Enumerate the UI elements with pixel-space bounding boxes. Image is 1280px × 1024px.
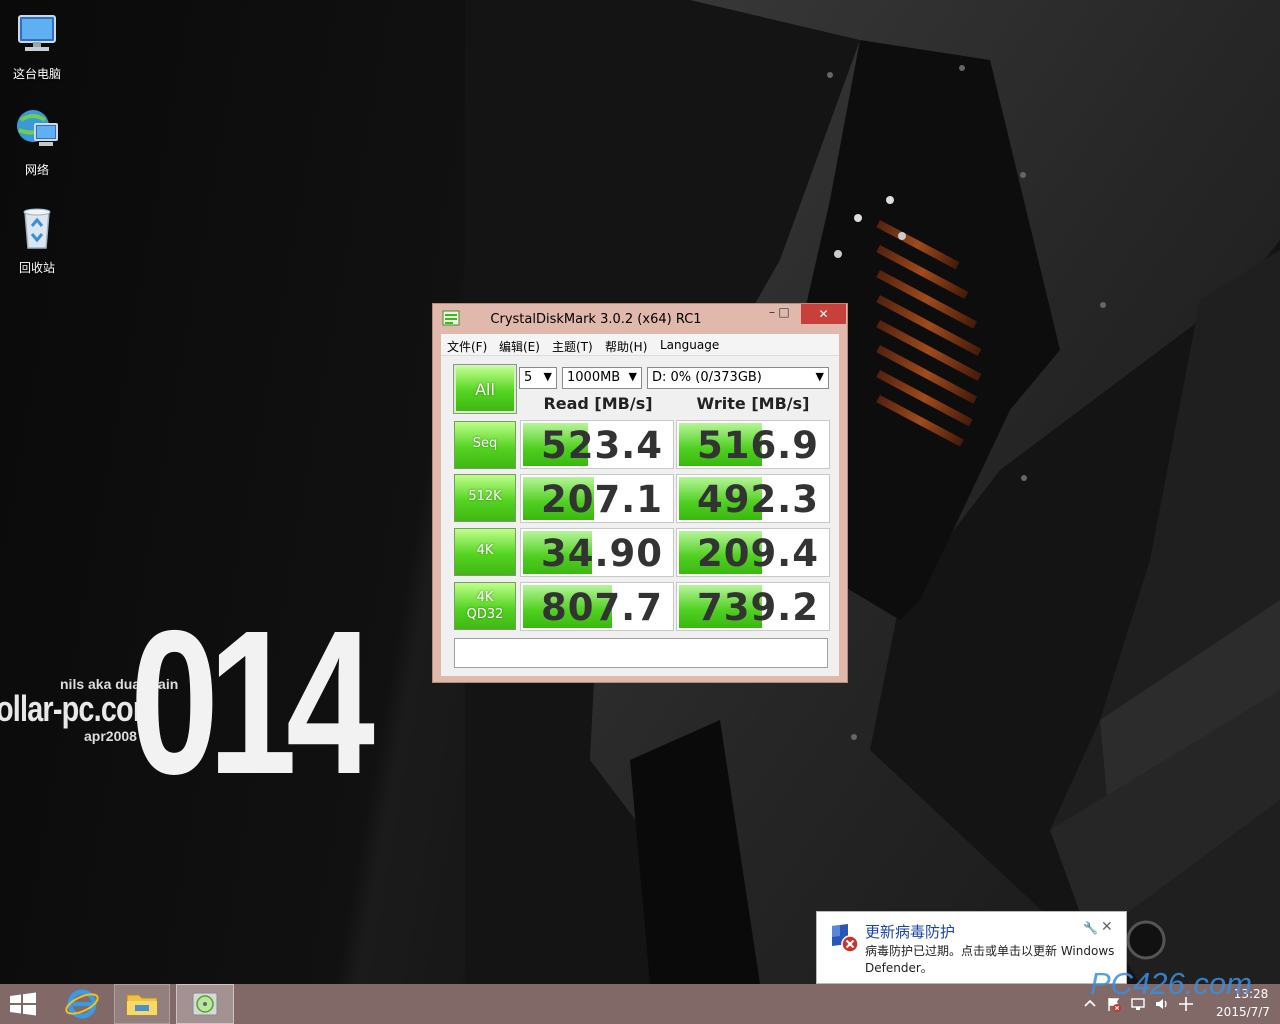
run-4k-qd32-button[interactable]: 4K QD32: [454, 582, 516, 630]
pin-icon[interactable]: 🔧: [1083, 921, 1098, 935]
defender-notification[interactable]: 更新病毒防护 病毒防护已过期。点击或单击以更新 Windows Defender…: [816, 911, 1127, 984]
close-button[interactable]: ✕: [801, 304, 846, 324]
read-column-header: Read [MB/s]: [543, 394, 653, 413]
drive-select[interactable]: D: 0% (0/373GB) ▼: [647, 367, 829, 389]
network-icon: [17, 110, 58, 146]
menu-help[interactable]: 帮助(H): [605, 338, 647, 355]
row-label: Seq: [472, 436, 498, 451]
chevron-down-icon: ▼: [628, 370, 637, 383]
menu-file[interactable]: 文件(F): [447, 338, 487, 355]
site-watermark: PC426.com: [1090, 966, 1252, 1001]
seq-read-result: 523.4: [520, 420, 674, 469]
result-value: 492.3: [696, 478, 819, 521]
run-512k-button[interactable]: 512K: [454, 474, 516, 522]
chevron-down-icon: ▼: [815, 370, 824, 383]
wallpaper-big-number: 014: [130, 588, 375, 817]
clock-date[interactable]: 2015/7/7: [1208, 1005, 1278, 1019]
4k-qd32-write-result: 739.2: [676, 582, 830, 631]
row-label: 4K: [476, 543, 494, 558]
maximize-button[interactable]: □: [771, 305, 797, 325]
disk-icon: [192, 992, 218, 1016]
notification-close-button[interactable]: ✕: [1101, 919, 1113, 935]
crystaldiskmark-taskbar-button[interactable]: [176, 984, 234, 1024]
512k-write-result: 492.3: [676, 474, 830, 523]
folder-icon: [126, 994, 158, 1016]
512k-read-result: 207.1: [520, 474, 674, 523]
taskbar: 13:28 2015/7/7: [0, 984, 1280, 1024]
internet-explorer-icon: [65, 989, 99, 1019]
4k-qd32-read-result: 807.7: [520, 582, 674, 631]
defender-warning-icon: [832, 924, 859, 953]
run-seq-button[interactable]: Seq: [454, 421, 516, 469]
result-value: 209.4: [696, 532, 819, 575]
computer-icon: [18, 15, 56, 51]
desktop-icon-label: 回收站: [18, 261, 55, 275]
windows-logo-icon: [10, 992, 36, 1016]
crystaldiskmark-window[interactable]: CrystalDiskMark 3.0.2 (x64) RC1 – □ ✕ 文件…: [432, 303, 848, 683]
menu-bar: 文件(F) 编辑(E) 主题(T) 帮助(H) Language: [441, 334, 839, 356]
menu-theme[interactable]: 主题(T): [552, 338, 593, 355]
chevron-down-icon: ▼: [543, 370, 552, 383]
test-size-select[interactable]: 1000MB ▼: [562, 367, 642, 389]
4k-write-result: 209.4: [676, 528, 830, 577]
run-4k-button[interactable]: 4K: [454, 528, 516, 576]
comment-input[interactable]: [454, 638, 828, 668]
write-column-header: Write [MB/s]: [696, 394, 810, 413]
runs-select[interactable]: 5 ▼: [519, 367, 557, 389]
crystaldiskmark-app-icon: [442, 310, 460, 326]
result-value: 516.9: [696, 424, 819, 467]
result-value: 739.2: [696, 586, 819, 629]
result-value: 207.1: [540, 478, 663, 521]
seq-write-result: 516.9: [676, 420, 830, 469]
notification-title: 更新病毒防护: [865, 923, 956, 941]
row-label-sub: QD32: [466, 607, 504, 622]
run-all-button[interactable]: All: [453, 364, 517, 414]
4k-read-result: 34.90: [520, 528, 674, 577]
benchmark-panel: All 5 ▼ 1000MB ▼ D: 0% (0/373GB) ▼ Read …: [441, 356, 839, 676]
desktop-icon-label: 网络: [24, 163, 49, 177]
desktop-icon-network[interactable]: 网络: [0, 106, 74, 178]
window-title: CrystalDiskMark 3.0.2 (x64) RC1: [490, 312, 702, 327]
result-value: 523.4: [540, 424, 663, 467]
test-size-select-value: 1000MB: [567, 370, 621, 385]
wallpaper-date-text: apr2008: [84, 728, 137, 744]
drive-select-value: D: 0% (0/373GB): [652, 370, 762, 385]
menu-language[interactable]: Language: [660, 338, 719, 352]
file-explorer-button[interactable]: [114, 984, 170, 1024]
desktop-icon-recycle-bin[interactable]: 回收站: [0, 204, 74, 276]
desktop-icon-label: 这台电脑: [12, 67, 61, 81]
runs-select-value: 5: [524, 370, 533, 385]
desktop-icon-this-pc[interactable]: 这台电脑: [0, 10, 74, 82]
row-label: 512K: [468, 489, 502, 504]
result-value: 34.90: [540, 532, 663, 575]
start-button[interactable]: [0, 984, 46, 1024]
internet-explorer-button[interactable]: [56, 984, 108, 1024]
result-value: 807.7: [540, 586, 663, 629]
recycle-bin-icon: [23, 208, 51, 249]
window-titlebar[interactable]: CrystalDiskMark 3.0.2 (x64) RC1 – □ ✕: [433, 304, 847, 334]
menu-edit[interactable]: 编辑(E): [499, 338, 540, 355]
row-label: 4K: [476, 590, 494, 605]
notification-body: 病毒防护已过期。点击或单击以更新 Windows Defender。: [865, 944, 1115, 975]
